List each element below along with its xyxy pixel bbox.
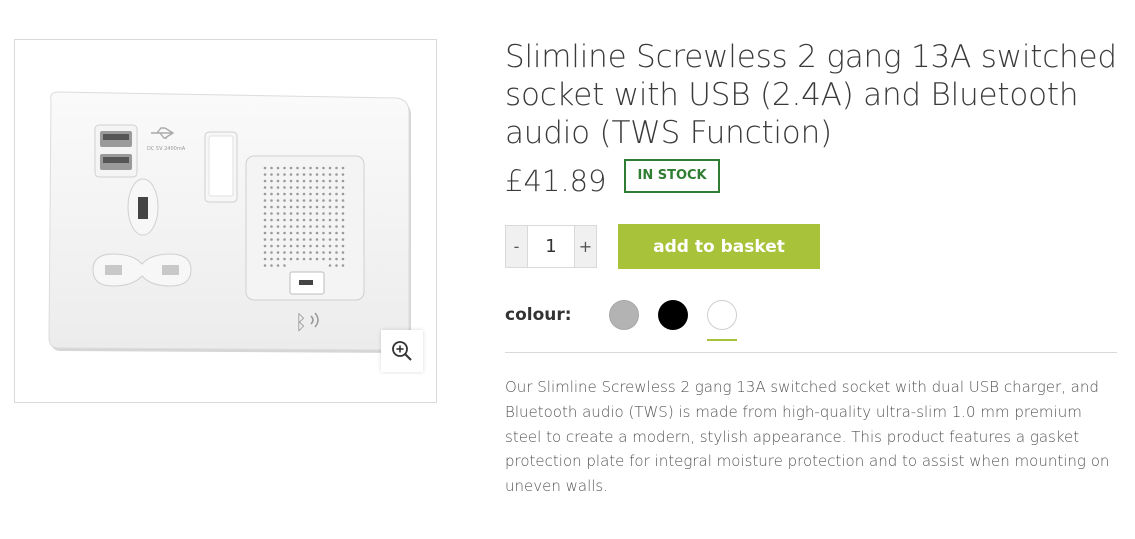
colour-swatch-grey[interactable] (609, 300, 639, 330)
product-title: Slimline Screwless 2 gang 13A switched s… (505, 39, 1117, 151)
quantity-increment-button[interactable]: + (575, 226, 596, 267)
add-to-basket-button[interactable]: add to basket (618, 224, 820, 269)
svg-text:DC 5V 2400mA: DC 5V 2400mA (147, 146, 186, 152)
purchase-row: - + add to basket (505, 224, 1117, 269)
product-description: Our Slimline Screwless 2 gang 13A switch… (505, 378, 1110, 496)
zoom-in-icon (392, 341, 412, 361)
colour-swatch-white[interactable] (707, 300, 737, 341)
stock-badge: IN STOCK (624, 159, 720, 193)
product-image[interactable]: DC 5V 2400mA ᛒ (15, 40, 436, 402)
divider (505, 352, 1117, 353)
quantity-stepper: - + (505, 225, 597, 268)
product-info: Slimline Screwless 2 gang 13A switched s… (505, 38, 1117, 514)
product-gallery: DC 5V 2400mA ᛒ (14, 39, 437, 403)
colour-swatch-black[interactable] (658, 300, 688, 330)
colour-label: colour: (505, 305, 572, 325)
quantity-input[interactable] (527, 226, 575, 267)
price-row: £41.89 IN STOCK (505, 159, 1117, 198)
quantity-decrement-button[interactable]: - (506, 226, 527, 267)
bluetooth-icon: ᛒ (295, 310, 307, 334)
colour-selector: colour: (505, 297, 1117, 341)
zoom-button[interactable] (381, 330, 423, 372)
product-price: £41.89 (505, 164, 607, 198)
